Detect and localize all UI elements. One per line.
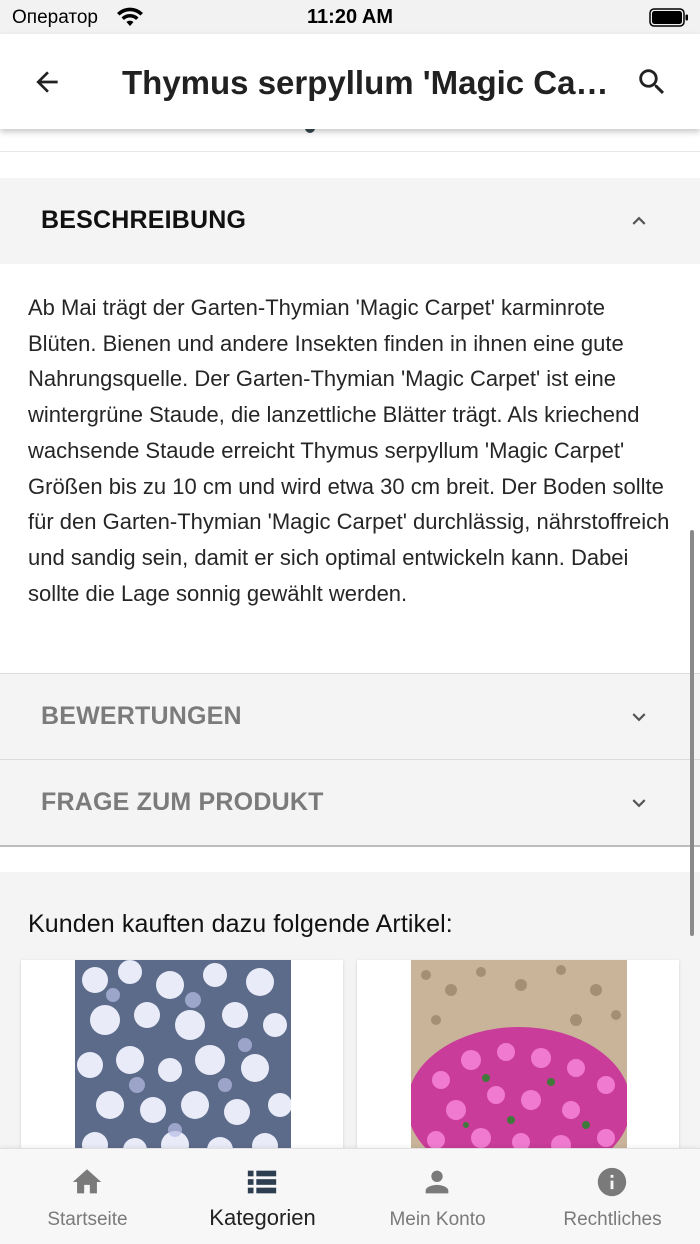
accordion-frage-zum-produkt[interactable]: FRAGE ZUM PRODUKT (0, 760, 700, 846)
product-image-phlox (75, 960, 291, 1160)
divider (0, 845, 700, 847)
nav-item-rechtliches[interactable]: Rechtliches (525, 1149, 700, 1244)
nav-item-startseite[interactable]: Startseite (0, 1149, 175, 1244)
nav-item-mein-konto[interactable]: Mein Konto (350, 1149, 525, 1244)
arrow-left-icon (36, 71, 58, 93)
accordion-beschreibung[interactable]: BESCHREIBUNG (0, 178, 700, 264)
product-card[interactable] (357, 960, 679, 1160)
search-icon (639, 69, 665, 95)
person-icon (425, 1170, 449, 1194)
app-bar: Thymus serpyllum 'Magic Carpet' (0, 34, 700, 129)
recommendations-section: Kunden kauften dazu folgende Artikel: (0, 872, 700, 1162)
divider (0, 151, 700, 152)
recommendations-title: Kunden kauften dazu folgende Artikel: (28, 910, 453, 938)
accordion-title: BEWERTUNGEN (41, 702, 242, 730)
accordion-bewertungen[interactable]: BEWERTUNGEN (0, 674, 700, 760)
scrollbar[interactable] (690, 530, 694, 936)
product-card[interactable] (21, 960, 343, 1160)
status-bar: Оператор 11:20 AM (0, 0, 700, 34)
bottom-navigation: Startseite Kategorien Mein Konto Rechtli… (0, 1148, 700, 1244)
nav-label: Rechtliches (563, 1209, 662, 1230)
nav-label: Startseite (47, 1209, 128, 1230)
clock-label: 11:20 AM (307, 6, 393, 28)
info-icon (597, 1167, 627, 1197)
product-image-pink-cushion (411, 960, 627, 1160)
product-description: Ab Mai trägt der Garten-Thymian 'Magic C… (28, 295, 670, 606)
battery-icon (649, 8, 688, 27)
search-button[interactable] (630, 61, 674, 103)
nav-item-kategorien[interactable]: Kategorien (175, 1149, 350, 1244)
nav-label: Kategorien (209, 1205, 316, 1230)
chevron-down-icon (632, 799, 646, 808)
nav-label: Mein Konto (389, 1209, 486, 1230)
accordion-title: FRAGE ZUM PRODUKT (41, 788, 324, 816)
list-icon (247, 1170, 277, 1194)
home-icon (72, 1169, 102, 1194)
back-button[interactable] (26, 61, 68, 103)
chevron-up-icon (632, 216, 646, 225)
page-title: Thymus serpyllum 'Magic Carpet' (122, 64, 612, 101)
accordion-title: BESCHREIBUNG (41, 206, 247, 234)
chevron-down-icon (632, 713, 646, 722)
